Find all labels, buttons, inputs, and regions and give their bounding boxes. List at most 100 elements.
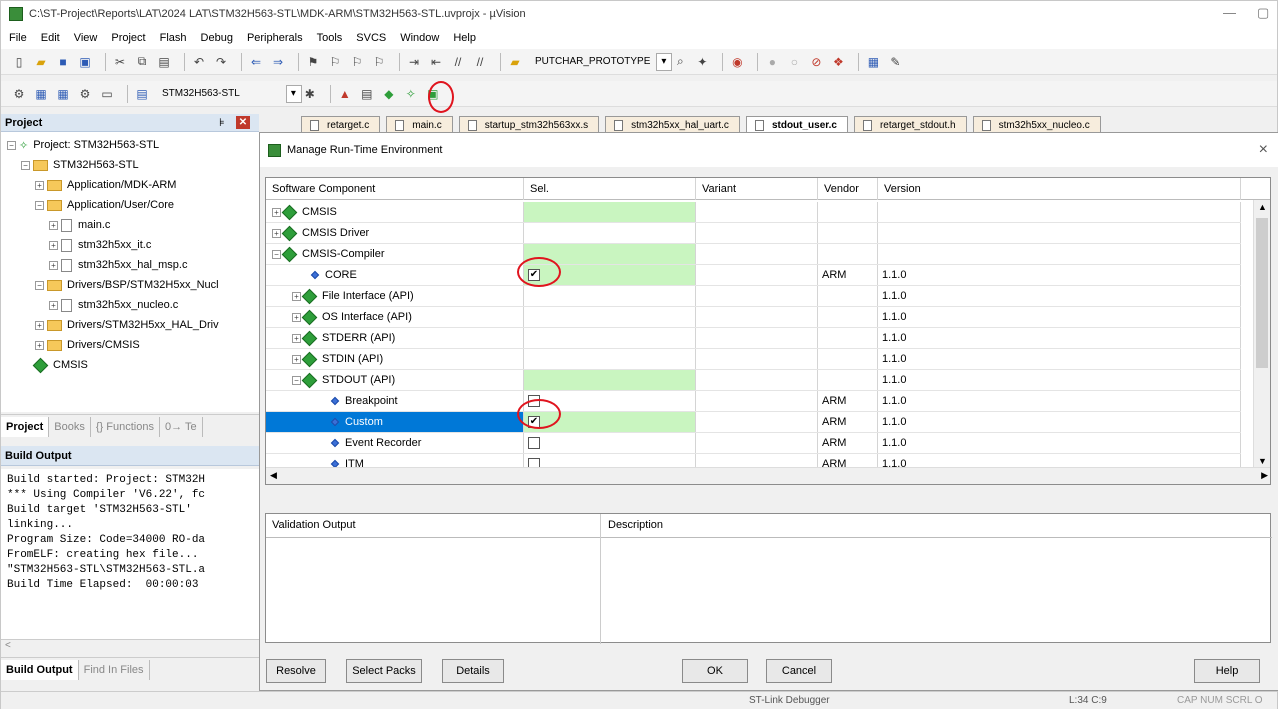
component-name-cell[interactable]: + CMSIS — [266, 202, 524, 222]
expand-icon[interactable]: + — [35, 340, 44, 350]
save-icon[interactable]: ■ — [55, 54, 71, 70]
component-name-cell[interactable]: + File Interface (API) — [266, 286, 524, 306]
tree-node[interactable]: + Drivers/CMSIS — [35, 336, 140, 354]
component-variant-cell[interactable] — [696, 223, 818, 243]
expand-icon[interactable]: + — [272, 207, 281, 217]
component-name-cell[interactable]: Event Recorder — [266, 433, 524, 453]
component-name-cell[interactable]: − STDOUT (API) — [266, 370, 524, 390]
component-variant-cell[interactable] — [696, 286, 818, 306]
component-name-cell[interactable]: Breakpoint — [266, 391, 524, 411]
component-variant-cell[interactable] — [696, 202, 818, 222]
component-name-cell[interactable]: Custom — [266, 412, 524, 432]
tree-node[interactable]: − STM32H563-STL — [21, 156, 139, 174]
component-row[interactable]: + CMSIS Driver — [266, 223, 1241, 244]
configure-icon[interactable]: ❖ — [830, 54, 846, 70]
component-sel-cell[interactable] — [524, 202, 696, 222]
dialog-close-button[interactable]: × — [1259, 141, 1268, 159]
expand-icon[interactable]: + — [49, 300, 58, 310]
menu-window[interactable]: Window — [400, 32, 439, 44]
bookmark-prev-icon[interactable]: ⚐ — [327, 54, 343, 70]
rebuild-icon[interactable]: ▦ — [55, 86, 71, 102]
indent-icon[interactable]: ⇥ — [406, 54, 422, 70]
maximize-icon[interactable]: ▢ — [1257, 5, 1269, 21]
save-all-icon[interactable]: ▣ — [77, 54, 93, 70]
batch-build-icon[interactable]: ⚙ — [77, 86, 93, 102]
expand-icon[interactable]: + — [49, 220, 58, 230]
redo-icon[interactable]: ↷ — [213, 54, 229, 70]
editor-tab[interactable]: stm32h5xx_nucleo.c — [972, 116, 1101, 133]
expand-icon[interactable]: + — [49, 240, 58, 250]
undo-icon[interactable]: ↶ — [191, 54, 207, 70]
component-sel-cell[interactable] — [524, 433, 696, 453]
grid-col-header[interactable]: Version — [878, 178, 1241, 200]
nav-forward-icon[interactable]: ⇒ — [270, 54, 286, 70]
grid-col-header[interactable]: Sel. — [524, 178, 696, 200]
open-folder-icon[interactable]: ▰ — [33, 54, 49, 70]
editor-tab[interactable]: stm32h5xx_hal_uart.c — [605, 116, 740, 133]
select-packs-button[interactable]: Select Packs — [346, 659, 422, 683]
stop-build-icon[interactable]: ▭ — [99, 86, 115, 102]
manage-rte-icon[interactable]: ◆ — [381, 86, 397, 102]
collapse-icon[interactable]: − — [272, 249, 281, 259]
file-extensions-icon[interactable]: ▲ — [337, 86, 353, 102]
copy-icon[interactable]: ⧉ — [134, 54, 150, 70]
component-row[interactable]: + CMSIS — [266, 202, 1241, 223]
menu-help[interactable]: Help — [453, 32, 476, 44]
component-variant-cell[interactable] — [696, 370, 818, 390]
project-tab-2[interactable]: {} Functions — [91, 416, 160, 437]
tree-node[interactable]: + main.c — [49, 216, 110, 234]
component-row[interactable]: CORE ✔ ARM 1.1.0 — [266, 265, 1241, 286]
tree-node[interactable]: + stm32h5xx_nucleo.c — [49, 296, 178, 314]
menu-edit[interactable]: Edit — [41, 32, 60, 44]
help-button[interactable]: Help — [1194, 659, 1260, 683]
component-sel-cell[interactable] — [524, 307, 696, 327]
tree-node[interactable]: + stm32h5xx_hal_msp.c — [49, 256, 187, 274]
details-button[interactable]: Details — [442, 659, 504, 683]
collapse-icon[interactable]: − — [292, 375, 301, 385]
tree-node[interactable]: + Application/MDK-ARM — [35, 176, 176, 194]
tree-node[interactable]: − Application/User/Core — [35, 196, 174, 214]
component-variant-cell[interactable] — [696, 244, 818, 264]
collapse-icon[interactable]: − — [21, 160, 30, 170]
uncomment-icon[interactable]: // — [472, 54, 488, 70]
component-name-cell[interactable]: + STDIN (API) — [266, 349, 524, 369]
editor-tab[interactable]: startup_stm32h563xx.s — [458, 116, 600, 133]
component-row[interactable]: + OS Interface (API) 1.1.0 — [266, 307, 1241, 328]
nav-back-icon[interactable]: ⇐ — [248, 54, 264, 70]
component-row[interactable]: Event Recorder ARM 1.1.0 — [266, 433, 1241, 454]
component-variant-cell[interactable] — [696, 307, 818, 327]
tree-node[interactable]: − Drivers/BSP/STM32H5xx_Nucl — [35, 276, 219, 294]
component-row[interactable]: − STDOUT (API) 1.1.0 — [266, 370, 1241, 391]
expand-icon[interactable]: + — [292, 333, 301, 343]
build-tab-0[interactable]: Build Output — [1, 659, 79, 680]
component-sel-cell[interactable] — [524, 286, 696, 306]
grid-col-header[interactable]: Software Component — [266, 178, 524, 200]
ok-button[interactable]: OK — [682, 659, 748, 683]
close-panel-icon[interactable]: ✕ — [236, 116, 250, 129]
expand-icon[interactable]: + — [35, 320, 44, 330]
component-name-cell[interactable]: + CMSIS Driver — [266, 223, 524, 243]
grid-col-header[interactable]: Vendor — [818, 178, 878, 200]
unindent-icon[interactable]: ⇤ — [428, 54, 444, 70]
find-in-files-icon[interactable]: ▰ — [507, 54, 523, 70]
project-tab-1[interactable]: Books — [49, 416, 91, 437]
grid-vscroll[interactable]: ▲ ▼ — [1253, 200, 1270, 468]
expand-icon[interactable]: + — [272, 228, 281, 238]
grid-hscroll[interactable]: ◀ ▶ — [266, 467, 1270, 484]
expand-icon[interactable]: − — [35, 200, 44, 210]
disable-breakpoint-icon[interactable]: ○ — [786, 54, 802, 70]
define-combo-dropdown[interactable]: ▾ — [656, 52, 673, 71]
bookmark-icon[interactable]: ⚑ — [305, 54, 321, 70]
tools-wrench-icon[interactable]: ✎ — [887, 54, 903, 70]
translate-icon[interactable]: ⚙ — [11, 86, 27, 102]
component-sel-cell[interactable] — [524, 223, 696, 243]
editor-tab[interactable]: retarget.c — [301, 116, 381, 133]
new-file-icon[interactable]: ▯ — [11, 54, 27, 70]
manage-multi-project-icon[interactable]: ▤ — [359, 86, 375, 102]
component-name-cell[interactable]: + STDERR (API) — [266, 328, 524, 348]
build-hscroll[interactable]: < — [1, 639, 259, 655]
component-name-cell[interactable]: + OS Interface (API) — [266, 307, 524, 327]
breakpoint-icon[interactable]: ● — [764, 54, 780, 70]
pin-icon[interactable]: ⊧ — [219, 116, 225, 129]
pack-installer-icon[interactable]: ✧ — [403, 86, 419, 102]
